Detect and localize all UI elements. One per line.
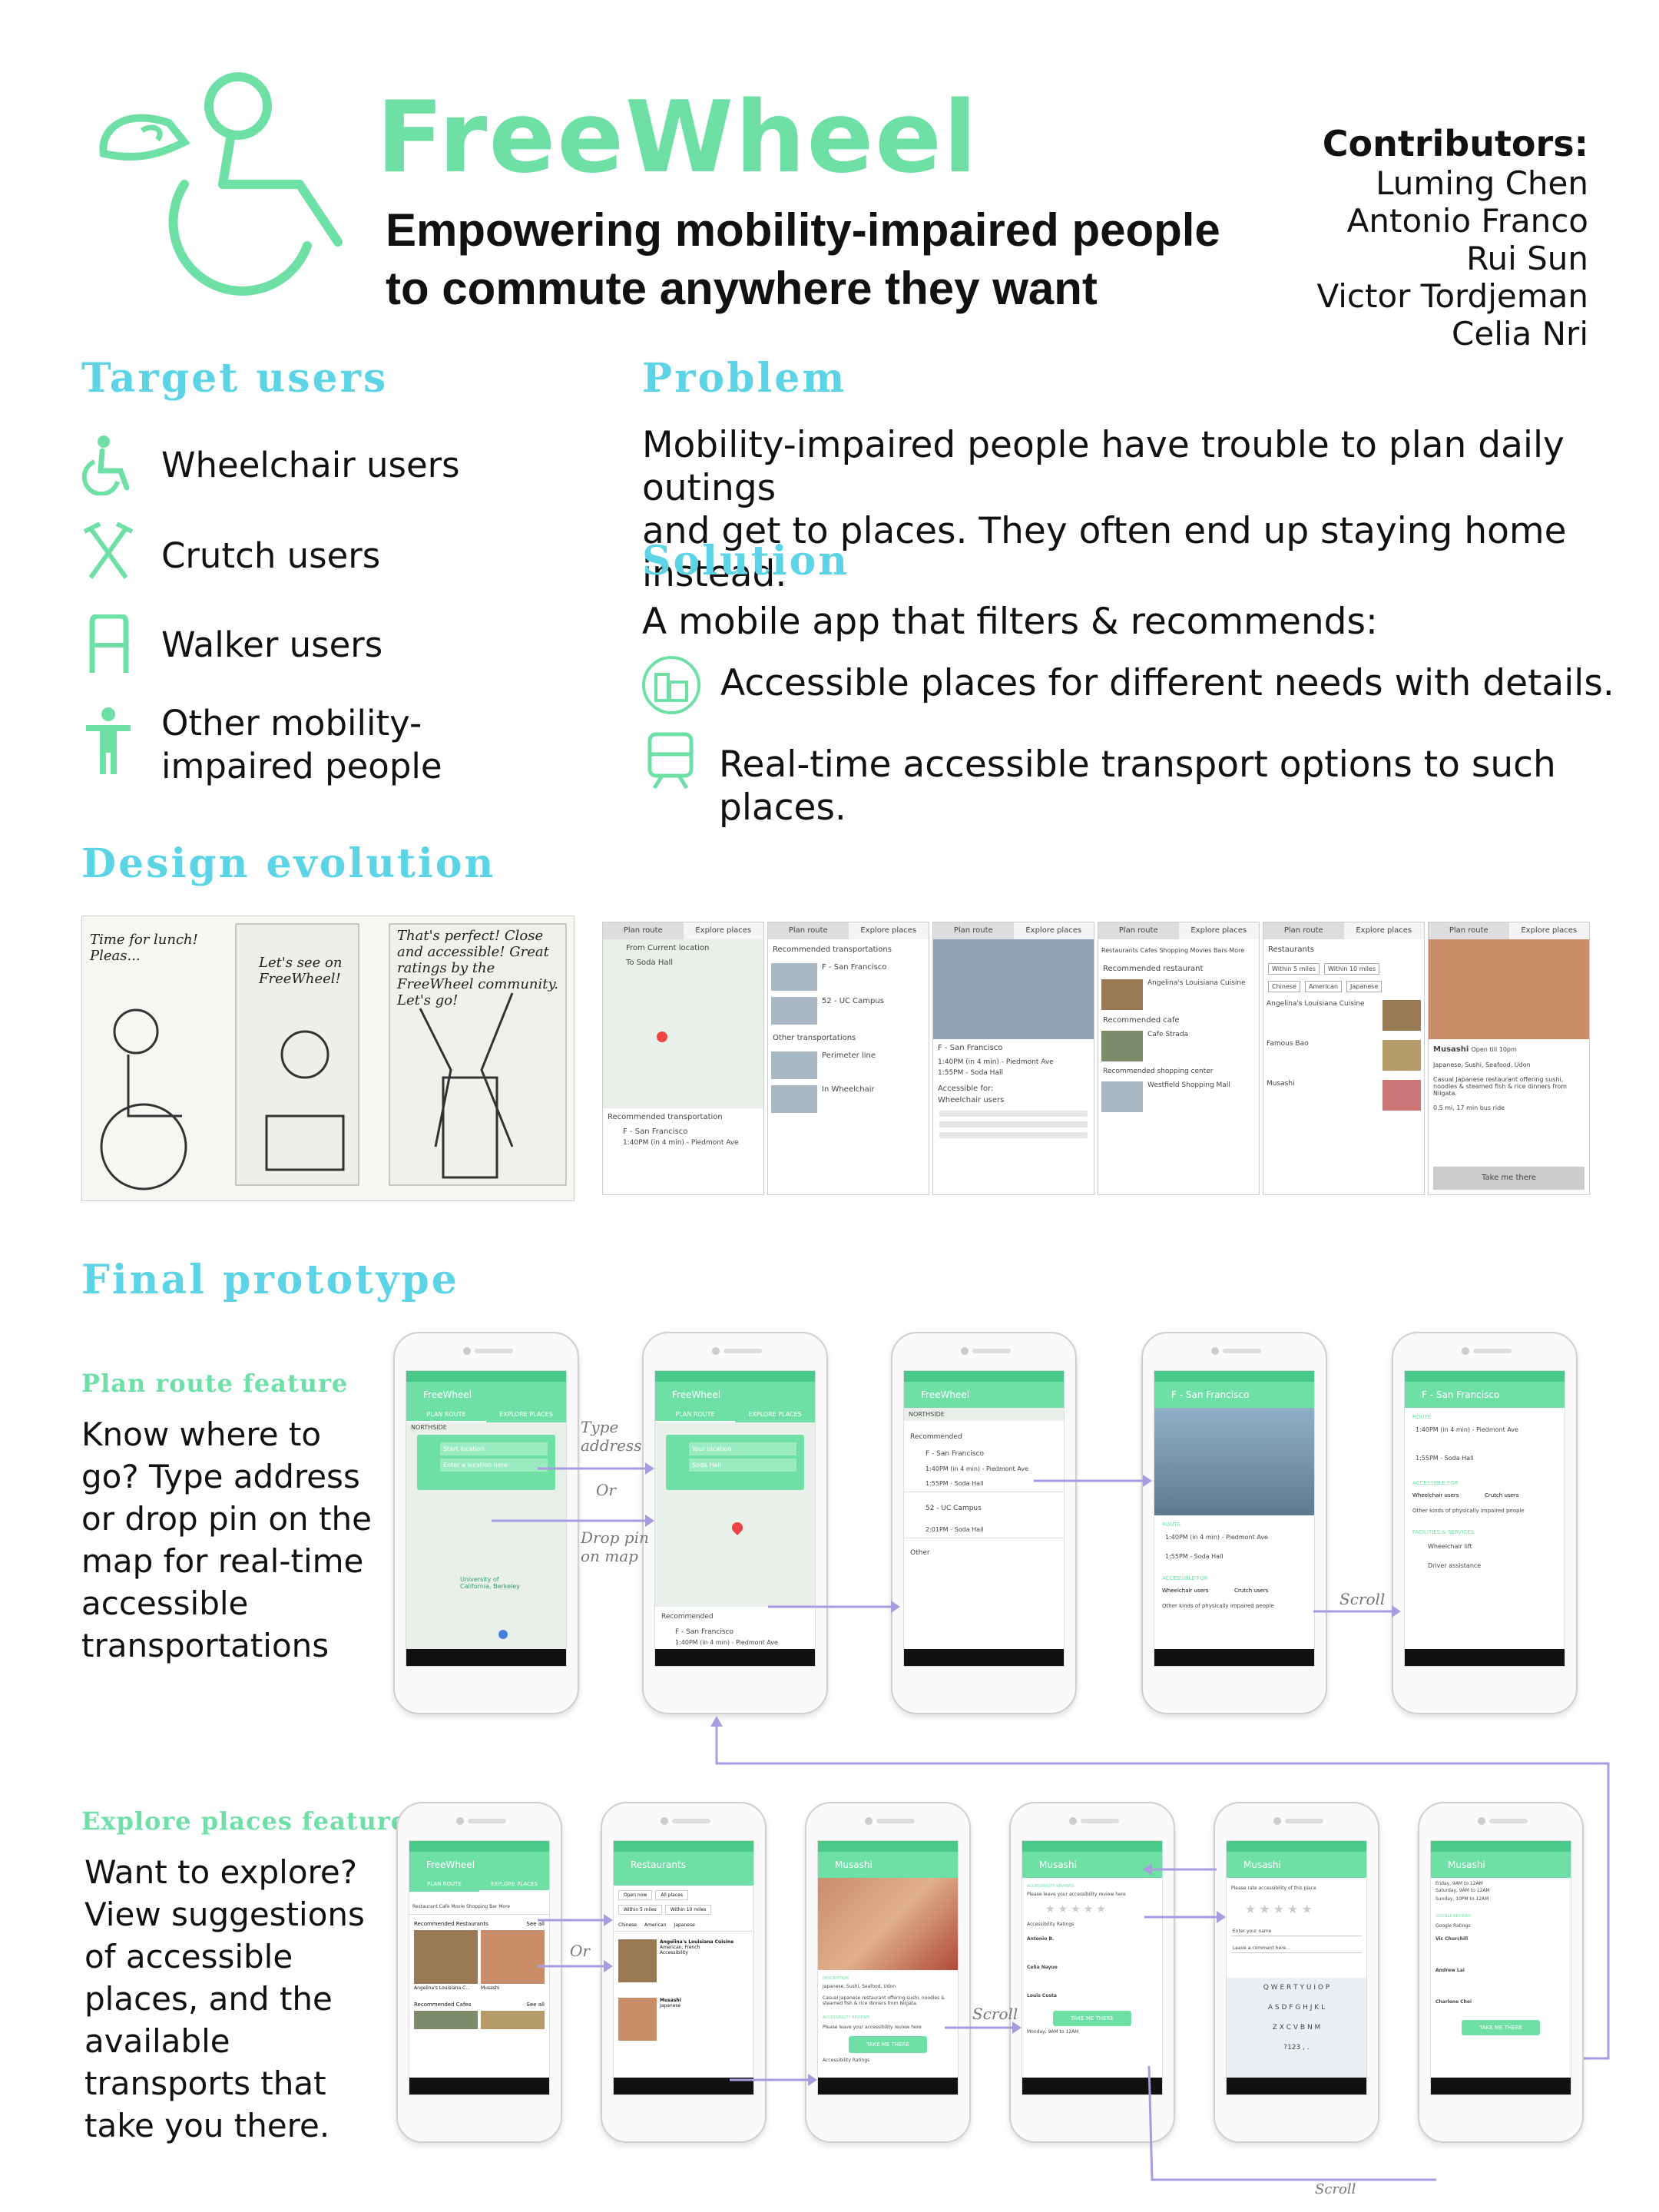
flow-arrows-explore — [538, 1863, 1436, 2181]
